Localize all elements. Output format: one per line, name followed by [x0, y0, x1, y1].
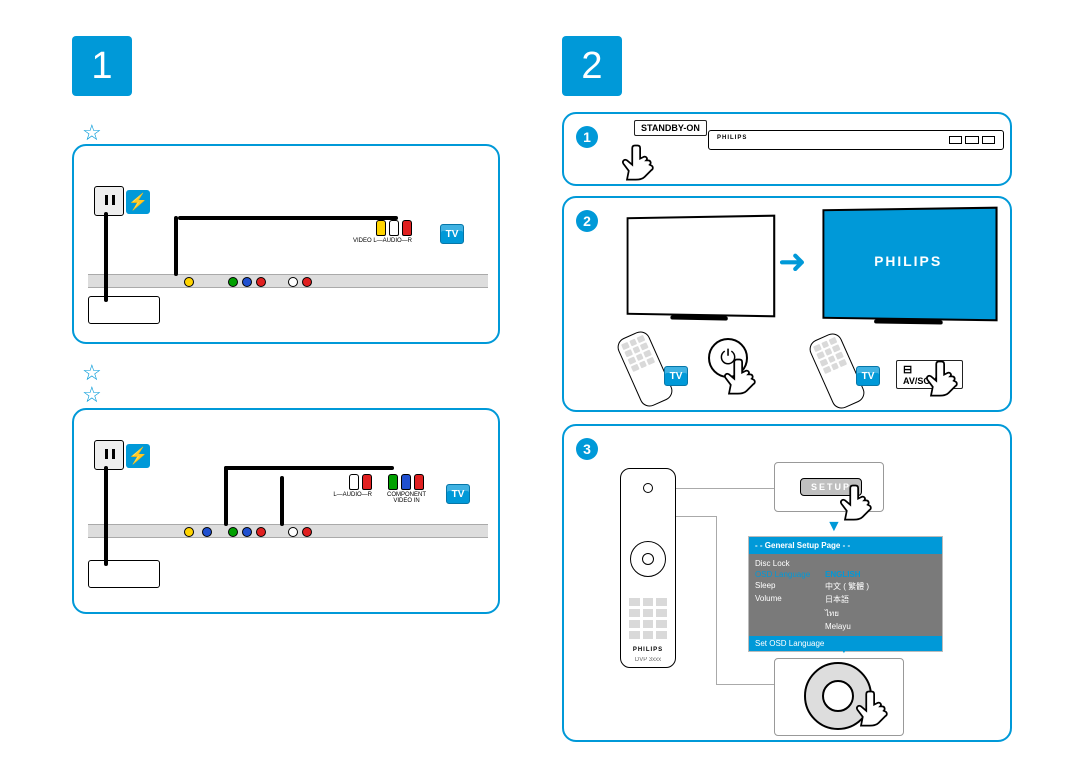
brand-label: PHILIPS	[824, 253, 995, 269]
panel-tv-source: 2 TV ⏻ ➜ PHILIPS TV ⊟ AV/SOURCE	[562, 196, 1012, 412]
star-icon: ☆	[82, 384, 102, 406]
power-button-icon: ⏻	[708, 338, 748, 378]
standby-on-label: STANDBY-ON	[634, 120, 707, 136]
step-1-badge: 1	[72, 36, 132, 96]
power-plug-socket	[88, 560, 160, 588]
player-remote: PHILIPS DVP 3xxx	[620, 468, 676, 668]
tv-icon: TV	[664, 366, 688, 386]
component-label: COMPONENT VIDEO IN	[387, 492, 426, 504]
step-number: 2	[581, 45, 602, 88]
audio-lr-label: L—AUDIO—R	[333, 492, 372, 498]
arrow-right-icon: ➜	[778, 242, 807, 282]
tv-icon: TV	[440, 224, 464, 244]
panel-connection-composite: ⚡ VIDEO L—AUDIO—R TV	[72, 144, 500, 344]
tv-composite-inputs	[376, 220, 412, 236]
panel-setup-menu: 3 PHILIPS DVP 3xxx SETUP ▼	[562, 424, 1012, 742]
wall-outlet-icon	[94, 440, 124, 470]
tv-off	[627, 215, 776, 318]
osd-header: - - General Setup Page - -	[749, 537, 942, 554]
tv-on: PHILIPS	[822, 207, 997, 322]
brand-label: PHILIPS	[717, 135, 747, 141]
down-arrow-icon: ▼	[826, 518, 842, 536]
remote-model-label: DVP 3xxx	[621, 657, 675, 663]
panel-power-player: 1 STANDBY-ON PHILIPS	[562, 112, 1012, 186]
step-number: 1	[91, 45, 112, 88]
star-icon: ☆	[82, 122, 102, 144]
av-source-label: ⊟ AV/SOURCE	[896, 360, 963, 389]
substep-3-badge: 3	[576, 438, 598, 460]
tv-audio-inputs	[349, 474, 372, 490]
panel-connection-component: ⚡ L—AUDIO—R COMPONENT VIDEO IN TV	[72, 408, 500, 614]
substep-2-badge: 2	[576, 210, 598, 232]
video-audio-label: VIDEO L—AUDIO—R	[353, 238, 412, 244]
nav-wheel	[804, 662, 872, 730]
star-icon: ☆	[82, 362, 102, 384]
wall-outlet-icon	[94, 186, 124, 216]
power-icon: ⚡	[126, 190, 150, 214]
player-back-strip	[88, 524, 488, 538]
substep-1-badge: 1	[576, 126, 598, 148]
tv-icon: TV	[856, 366, 880, 386]
power-plug-socket	[88, 296, 160, 324]
power-icon: ⚡	[126, 444, 150, 468]
setup-button: SETUP	[800, 478, 862, 496]
osd-body: Disc Lock OSD LanguageENGLISH Sleep中文 ( …	[749, 554, 942, 636]
pointing-hand-icon	[620, 142, 662, 184]
osd-menu: - - General Setup Page - - Disc Lock OSD…	[748, 536, 943, 652]
brand-label: PHILIPS	[621, 647, 675, 653]
tv-component-inputs	[388, 474, 424, 490]
dvd-player-icon: PHILIPS	[708, 130, 1004, 150]
step-2-badge: 2	[562, 36, 622, 96]
player-back-strip	[88, 274, 488, 288]
down-arrow-icon: ▼	[836, 640, 852, 658]
tv-icon: TV	[446, 484, 470, 504]
